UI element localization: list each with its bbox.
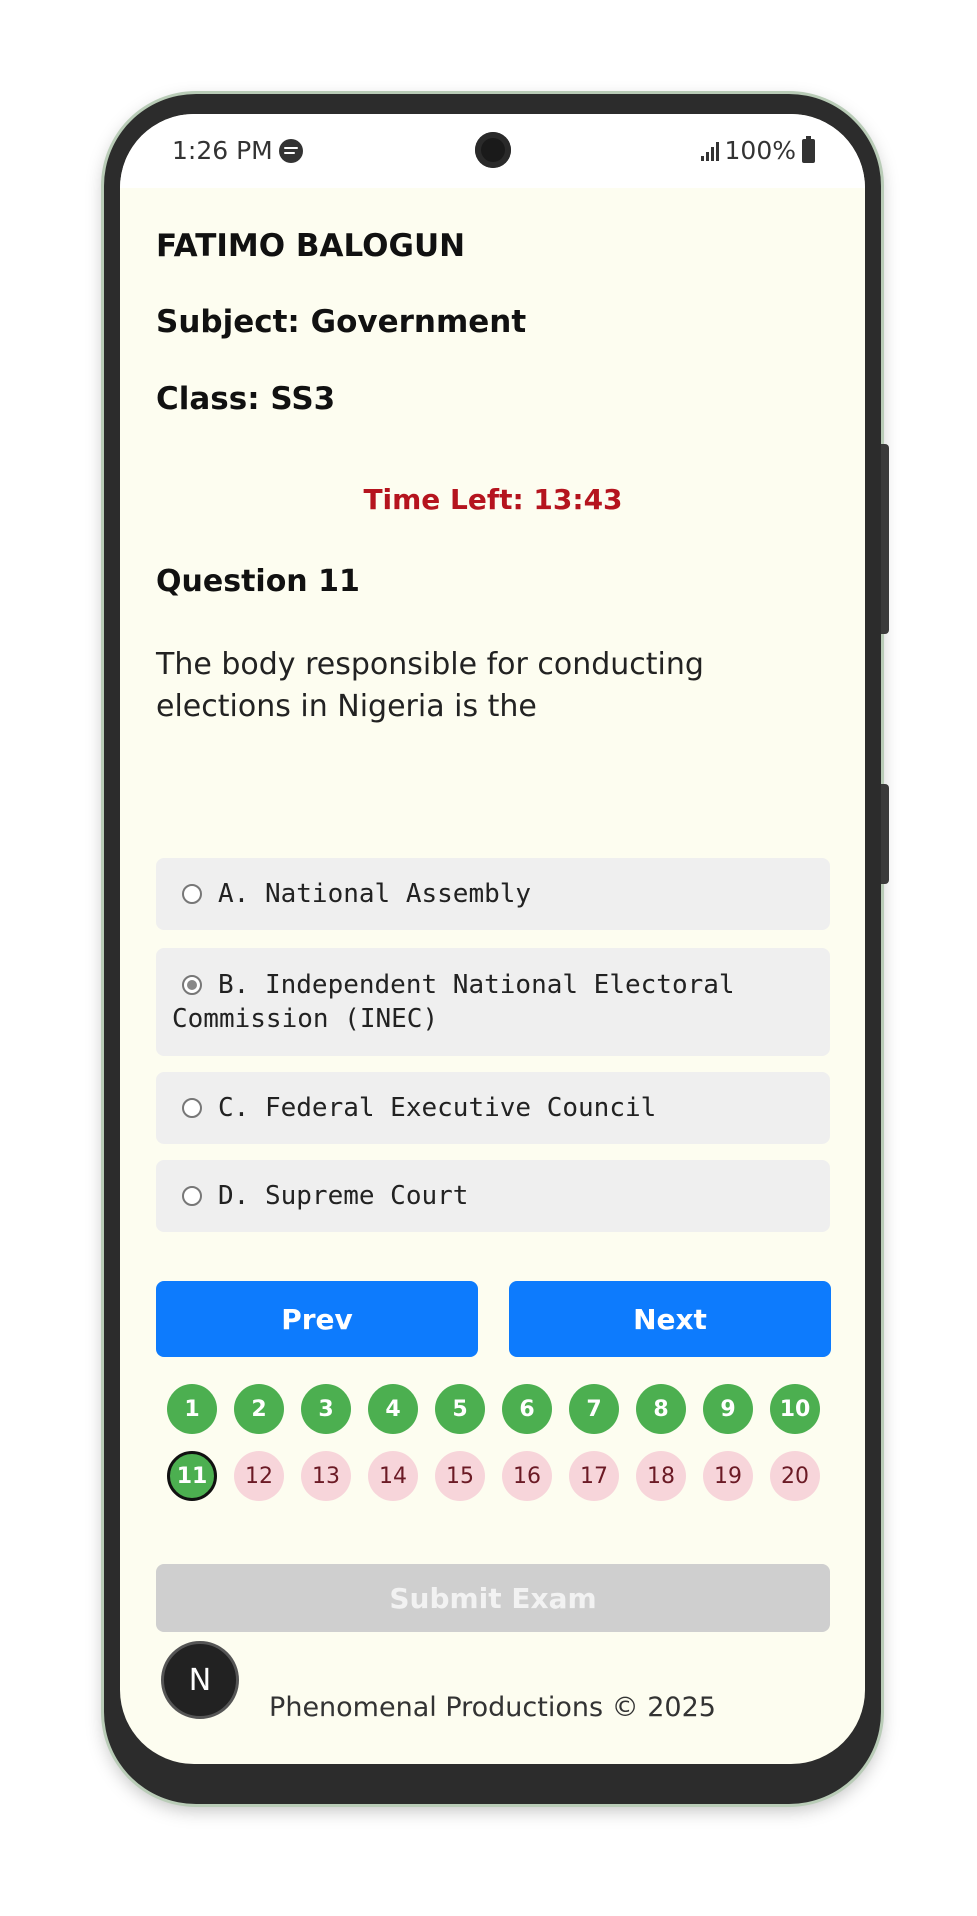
option-b-label: B. Independent National Electoral Commis… [172,970,735,1034]
question-dot-3[interactable]: 3 [301,1384,351,1434]
class-label: Class: SS3 [156,381,336,417]
power-button [881,784,889,884]
next-button[interactable]: Next [509,1281,831,1357]
radio-c[interactable] [182,1098,202,1118]
question-dot-11[interactable]: 11 [167,1451,217,1501]
radio-d[interactable] [182,1186,202,1206]
option-d[interactable]: D. Supreme Court [156,1160,830,1232]
question-dot-1[interactable]: 1 [167,1384,217,1434]
option-b[interactable]: B. Independent National Electoral Commis… [156,948,830,1056]
question-dot-17[interactable]: 17 [569,1451,619,1501]
question-dot-20[interactable]: 20 [770,1451,820,1501]
student-name: FATIMO BALOGUN [156,228,466,264]
timer-label: Time Left: [363,483,534,516]
radio-a[interactable] [182,884,202,904]
submit-exam-button[interactable]: Submit Exam [156,1564,830,1632]
battery-icon [802,135,815,163]
status-time: 1:26 PM [172,136,273,165]
question-number: Question 11 [156,564,360,599]
prev-button[interactable]: Prev [156,1281,478,1357]
timer-value: 13:43 [533,483,623,516]
question-dot-16[interactable]: 16 [502,1451,552,1501]
question-dot-13[interactable]: 13 [301,1451,351,1501]
option-d-label: D. Supreme Court [218,1181,469,1211]
battery-percent: 100% [724,136,796,165]
status-time-group: 1:26 PM [172,136,303,165]
countdown-timer: Time Left: 13:43 [156,483,830,516]
question-dot-10[interactable]: 10 [770,1384,820,1434]
radio-b[interactable] [182,975,202,995]
question-dot-5[interactable]: 5 [435,1384,485,1434]
question-dot-4[interactable]: 4 [368,1384,418,1434]
option-c[interactable]: C. Federal Executive Council [156,1072,830,1144]
question-dot-7[interactable]: 7 [569,1384,619,1434]
phone-screen: 1:26 PM 100% FATIMO BALOGUN Subject: Gov… [120,114,865,1764]
question-dot-2[interactable]: 2 [234,1384,284,1434]
phone-frame: 1:26 PM 100% FATIMO BALOGUN Subject: Gov… [104,94,889,1804]
option-c-label: C. Federal Executive Council [218,1093,657,1123]
question-dot-8[interactable]: 8 [636,1384,686,1434]
question-dot-9[interactable]: 9 [703,1384,753,1434]
signal-icon [700,141,719,161]
status-indicators: 100% [700,135,815,165]
question-dot-6[interactable]: 6 [502,1384,552,1434]
option-a-label: A. National Assembly [218,879,532,909]
front-camera [475,132,511,168]
question-dot-14[interactable]: 14 [368,1451,418,1501]
volume-button [881,444,889,634]
footer-credit: Phenomenal Productions © 2025 [269,1692,716,1723]
question-dot-12[interactable]: 12 [234,1451,284,1501]
status-bar: 1:26 PM 100% [120,114,865,188]
subject-label: Subject: Government [156,304,527,340]
question-text: The body responsible for conducting elec… [156,647,704,724]
option-a[interactable]: A. National Assembly [156,858,830,930]
question-dot-18[interactable]: 18 [636,1451,686,1501]
question-dot-15[interactable]: 15 [435,1451,485,1501]
spotify-icon [278,138,303,163]
question-dot-19[interactable]: 19 [703,1451,753,1501]
